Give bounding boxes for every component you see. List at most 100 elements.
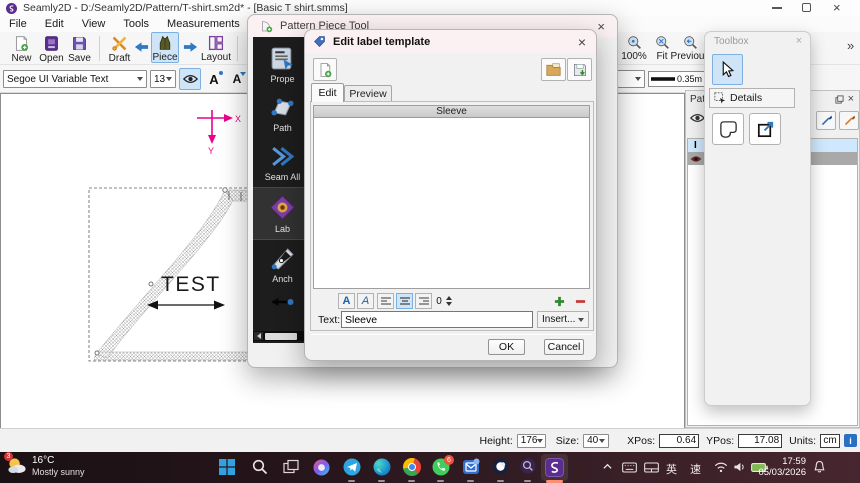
menu-file[interactable]: File [0, 16, 36, 32]
edit-label-close[interactable]: × [578, 35, 586, 49]
speaker-icon[interactable] [733, 461, 746, 473]
zoom-fit-button[interactable]: Fit [652, 33, 672, 62]
insert-dropdown-button[interactable]: Insert... [537, 311, 589, 328]
whatsapp-icon[interactable]: 6 [432, 458, 450, 476]
size-label: Size: [556, 435, 579, 447]
line-spacing-spinner[interactable]: 0 [434, 293, 458, 309]
toolbox-close-button[interactable]: × [796, 36, 802, 47]
tray-time: 17:59 [782, 456, 806, 467]
zoom-previous-button[interactable]: Previous [672, 33, 708, 62]
search-button[interactable] [252, 459, 268, 475]
font-size-select[interactable]: 13 [150, 70, 176, 88]
draft-mode-button[interactable]: Draft [105, 33, 134, 64]
remove-line-button[interactable] [572, 293, 589, 309]
task-view-button[interactable] [283, 459, 299, 475]
height-select[interactable]: 176 [517, 434, 546, 448]
label-lines-table[interactable]: Sleeve [313, 105, 590, 289]
path-icon [269, 94, 296, 121]
tab-edit[interactable]: Edit [311, 83, 344, 102]
save-button[interactable]: Save [67, 33, 92, 64]
seamly2d-taskbar-button[interactable] [541, 454, 568, 481]
align-right-button[interactable] [415, 293, 432, 309]
text-input[interactable] [341, 311, 533, 328]
weather-widget[interactable]: 3 16°C Mostly sunny [6, 455, 85, 477]
font-family-select[interactable]: Segoe UI Variable Text [3, 70, 147, 88]
font-increase-button[interactable]: A [204, 69, 224, 89]
rename-pen-button[interactable] [816, 111, 836, 130]
notification-bell-icon[interactable] [813, 460, 826, 474]
anchor-icon [269, 245, 296, 272]
wifi-icon[interactable] [714, 461, 728, 473]
font-decrease-button[interactable]: A [227, 69, 247, 89]
scroll-left-arrow[interactable] [254, 332, 263, 340]
keyboard-icon[interactable] [622, 462, 637, 473]
edge-icon[interactable] [373, 458, 391, 476]
line-weight-select[interactable]: 0.35m [648, 71, 705, 87]
navy-app-icon[interactable] [492, 458, 509, 475]
maximize-button[interactable] [802, 3, 811, 12]
new-template-icon [317, 62, 333, 78]
running-indicator [348, 480, 355, 482]
italic-button[interactable]: A [357, 293, 374, 309]
dock-eye-icon[interactable] [690, 113, 705, 123]
touchpad-icon[interactable] [644, 462, 659, 473]
align-left-button[interactable] [377, 293, 394, 309]
open-button[interactable]: Open [38, 33, 65, 64]
mail-app-icon[interactable] [462, 458, 480, 476]
pattern-piece-tool-button[interactable] [712, 113, 744, 145]
load-template-button[interactable] [541, 58, 566, 81]
telegram-icon[interactable] [343, 458, 361, 476]
export-pieces-button[interactable] [749, 113, 781, 145]
tray-expand-chevron[interactable] [602, 462, 613, 471]
show-labels-toggle[interactable] [179, 68, 201, 90]
chrome-icon[interactable] [403, 458, 421, 476]
minimize-button[interactable] [772, 7, 782, 9]
zoom-100-button[interactable]: 100% [620, 33, 648, 62]
sidebar-item-partial[interactable] [269, 289, 296, 309]
piece-mode-button[interactable]: Piece [151, 32, 179, 63]
toolbar-overflow-icon[interactable]: » [847, 38, 854, 53]
clock-widget[interactable]: 17:59 05/03/2026 [768, 456, 806, 479]
new-template-button[interactable] [313, 58, 337, 81]
ime-language-b[interactable]: 速 [690, 461, 701, 477]
spinner-up-icon[interactable] [446, 296, 452, 300]
ypos-label: YPos: [706, 435, 734, 447]
scrollbar-handle[interactable] [265, 333, 297, 340]
details-button[interactable]: Details [709, 88, 795, 108]
size-select[interactable]: 40 [583, 434, 609, 448]
layout-mode-button[interactable]: Layout [200, 33, 232, 63]
pattern-piece-tool-close[interactable]: × [597, 20, 605, 33]
zoom-previous-icon [683, 35, 698, 50]
new-file-icon [13, 35, 30, 52]
spinner-down-icon[interactable] [446, 302, 452, 306]
tab-preview[interactable]: Preview [344, 85, 392, 102]
orange-pencil-icon [843, 114, 856, 127]
dock-float-button[interactable] [835, 95, 844, 104]
bold-button[interactable]: A [338, 293, 355, 309]
save-template-button[interactable] [567, 58, 592, 81]
close-button[interactable]: × [833, 1, 841, 14]
dock-close-button[interactable]: × [848, 94, 854, 105]
cancel-button[interactable]: Cancel [544, 339, 584, 355]
piece-label-text: TEST [161, 273, 221, 296]
menu-edit[interactable]: Edit [36, 16, 73, 32]
edit-label-titlebar: Edit label template × [305, 30, 596, 53]
axis-y-label: Y [208, 146, 214, 156]
start-button[interactable] [218, 458, 236, 476]
menu-measurements[interactable]: Measurements [158, 16, 249, 32]
info-button[interactable]: i [844, 434, 857, 447]
copilot-icon[interactable] [313, 459, 330, 476]
toolbar-separator-2 [237, 36, 238, 61]
edit-label-template-dialog: Edit label template × Edit Preview Sleev… [304, 29, 597, 361]
menu-tools[interactable]: Tools [114, 16, 158, 32]
ok-button[interactable]: OK [488, 339, 525, 355]
menu-view[interactable]: View [73, 16, 115, 32]
align-center-button[interactable] [396, 293, 413, 309]
edit-pencil-button[interactable] [839, 111, 859, 130]
purple-app-icon[interactable] [520, 458, 536, 474]
arrow-left-icon [134, 41, 149, 53]
select-tool-button[interactable] [712, 54, 743, 85]
new-button[interactable]: New [8, 33, 35, 64]
add-line-button[interactable] [551, 293, 568, 309]
ime-language-a[interactable]: 英 [666, 461, 677, 477]
